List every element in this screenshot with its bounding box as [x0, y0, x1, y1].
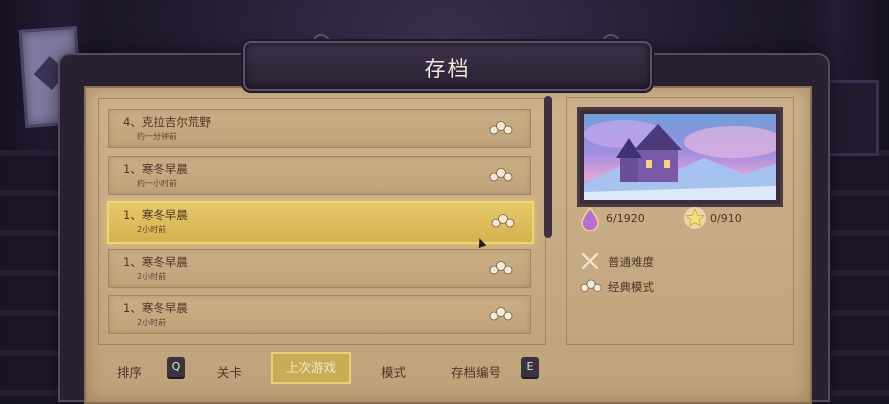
bookshelf-left [0, 150, 58, 400]
triple-cloud-icon [489, 121, 513, 135]
level-preview-frame [577, 107, 783, 207]
triple-cloud-icon [489, 307, 513, 321]
save-slot-name: 1、寒冬早晨 [123, 208, 188, 222]
difficulty-label: 普通难度 [608, 255, 654, 269]
sort-option-mode[interactable]: 模式 [381, 362, 406, 381]
triple-cloud-icon [491, 214, 515, 228]
title-plate: 存档 [243, 41, 652, 91]
save-slot-name: 1、寒冬早晨 [123, 162, 188, 176]
save-slot-time: 2小时前 [137, 318, 167, 327]
sort-option-level[interactable]: 关卡 [217, 362, 242, 381]
mode-label: 经典模式 [608, 280, 654, 294]
save-slot-time: 约一分钟前 [137, 132, 177, 141]
triple-cloud-icon [489, 168, 513, 182]
save-slot-time: 2小时前 [137, 225, 167, 234]
star-count: 0/910 [710, 212, 742, 225]
save-slot-selected[interactable]: 1、寒冬早晨 2小时前 [107, 201, 534, 244]
gem-icon [581, 207, 599, 231]
save-slot-name: 4、克拉吉尔荒野 [123, 115, 211, 129]
next-sort-key[interactable]: E [521, 357, 539, 377]
save-slot[interactable]: 1、寒冬早晨 约一小时前 [108, 156, 531, 195]
save-slot[interactable]: 1、寒冬早晨 2小时前 [108, 295, 531, 334]
wall-frame [825, 80, 879, 156]
triple-cloud-icon [580, 279, 602, 292]
save-slot[interactable]: 4、克拉吉尔荒野 约一分钟前 [108, 109, 531, 148]
save-list-scrollbar[interactable] [544, 96, 552, 238]
save-slot-time: 约一小时前 [137, 179, 177, 188]
bookshelf-right [831, 150, 889, 400]
sort-label: 排序 [117, 365, 143, 380]
prev-sort-key[interactable]: Q [167, 357, 185, 377]
window-title: 存档 [424, 57, 471, 81]
save-slot[interactable]: 1、寒冬早晨 2小时前 [108, 249, 531, 288]
star-icon [684, 207, 706, 229]
save-slot-name: 1、寒冬早晨 [123, 255, 188, 269]
crossed-swords-icon [581, 252, 599, 270]
save-slot-name: 1、寒冬早晨 [123, 301, 188, 315]
level-preview-image [584, 114, 776, 200]
save-slot-time: 2小时前 [137, 272, 167, 281]
sort-option-last-played[interactable]: 上次游戏 [271, 352, 351, 384]
triple-cloud-icon [489, 261, 513, 275]
sort-option-save-number[interactable]: 存档编号 [451, 362, 501, 381]
gem-count: 6/1920 [606, 212, 645, 225]
